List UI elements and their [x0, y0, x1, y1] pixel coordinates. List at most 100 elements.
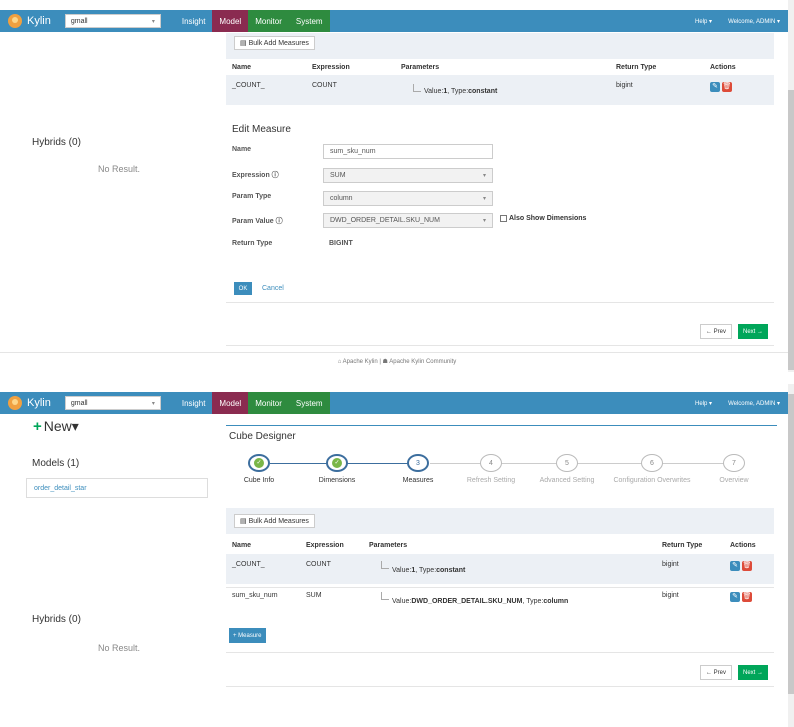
chevron-down-icon: ▾ [482, 196, 486, 202]
return-type-value: BIGINT [329, 240, 353, 247]
models-title: Models (1) [32, 458, 80, 469]
check-icon: ✓ [254, 458, 264, 468]
also-show-dimensions-checkbox[interactable]: Also Show Dimensions [500, 215, 586, 222]
plus-icon: + [33, 418, 42, 435]
chevron-down-icon: ▾ [151, 400, 155, 407]
nav-system[interactable]: System [288, 10, 330, 32]
hybrids-title: Hybrids (0) [32, 137, 81, 148]
bottom-screenshot: Kylin gmall ▾ Insight Model Monitor Syst… [0, 384, 794, 727]
delete-icon[interactable]: 🗑 [722, 82, 732, 92]
new-button[interactable]: + New▾ [33, 418, 79, 435]
list-icon: ▤ [240, 518, 247, 525]
row-return-type: bigint [616, 82, 633, 89]
param-type-select[interactable]: column ▾ [323, 191, 493, 206]
user-menu[interactable]: Welcome, ADMIN ▾ [720, 400, 788, 407]
ok-button[interactable]: OK [234, 282, 252, 295]
edit-icon[interactable]: ✎ [730, 592, 740, 602]
check-icon: ✓ [332, 458, 342, 468]
nav-system[interactable]: System [288, 392, 330, 414]
step-dimensions[interactable]: ✓ [326, 454, 348, 472]
chevron-down-icon: ▾ [151, 18, 155, 25]
brand-text: Kylin [27, 15, 51, 27]
row-parameters: Value:1, Type:constant [424, 88, 498, 95]
th-actions: Actions [710, 64, 736, 71]
row-return-type: bigint [662, 561, 679, 568]
project-value: gmall [70, 399, 88, 407]
param-value-select[interactable]: DWD_ORDER_DETAIL.SKU_NUM ▾ [323, 213, 493, 228]
bottom-navbar: Kylin gmall ▾ Insight Model Monitor Syst… [0, 392, 788, 414]
delete-icon[interactable]: 🗑 [742, 592, 752, 602]
bulk-add-label: Bulk Add Measures [248, 517, 309, 525]
row-return-type: bigint [662, 592, 679, 599]
step-advanced-setting[interactable]: 5 [556, 454, 578, 472]
help-menu[interactable]: Help ▾ [687, 18, 720, 25]
next-button[interactable]: Next → [738, 665, 769, 680]
user-menu[interactable]: Welcome, ADMIN ▾ [720, 18, 788, 25]
brand[interactable]: Kylin [0, 392, 57, 414]
page-footer[interactable]: ⌂ Apache Kylin | ☗ Apache Kylin Communit… [0, 358, 794, 365]
table-row [226, 75, 774, 105]
nav-monitor[interactable]: Monitor [248, 392, 289, 414]
th-expression: Expression [312, 64, 350, 71]
row-name: _COUNT_ [232, 82, 265, 89]
row-expression: SUM [306, 592, 322, 599]
step-configuration-overwrites[interactable]: 6 [641, 454, 663, 472]
cancel-link[interactable]: Cancel [262, 285, 284, 292]
bulk-add-measures-button[interactable]: ▤ Bulk Add Measures [234, 36, 315, 50]
edit-measure-title: Edit Measure [232, 124, 291, 135]
edit-icon[interactable]: ✎ [710, 82, 720, 92]
help-menu[interactable]: Help ▾ [687, 400, 720, 407]
chevron-down-icon: ▾ [482, 218, 486, 224]
step-measures[interactable]: 3 [407, 454, 429, 472]
row-expression: COUNT [312, 82, 337, 89]
next-button[interactable]: Next → [738, 324, 769, 339]
row-name: _COUNT_ [232, 561, 265, 568]
row-parameters: Value:1, Type:constant [392, 567, 466, 574]
th-return-type: Return Type [616, 64, 657, 71]
project-value: gmall [70, 17, 88, 25]
measure-name-input[interactable]: sum_sku_num [323, 144, 493, 159]
nav-model[interactable]: Model [212, 392, 249, 414]
delete-icon[interactable]: 🗑 [742, 561, 752, 571]
row-name: sum_sku_num [232, 592, 278, 599]
checkbox-icon [500, 215, 507, 222]
nav-model[interactable]: Model [212, 10, 249, 32]
return-type-label: Return Type [232, 240, 273, 247]
add-measure-button[interactable]: + Measure [229, 628, 266, 643]
step-cube-info[interactable]: ✓ [248, 454, 270, 472]
top-screenshot: Kylin gmall ▾ Insight Model Monitor Syst… [0, 0, 794, 380]
hybrids-empty: No Result. [98, 164, 141, 174]
th-expression: Expression [306, 542, 344, 549]
th-parameters: Parameters [401, 64, 440, 71]
param-value-label: Param Value ⓘ [232, 218, 283, 225]
nav-insight[interactable]: Insight [175, 10, 213, 32]
table-row [226, 554, 774, 584]
step-refresh-setting[interactable]: 4 [480, 454, 502, 472]
step-label: Dimensions [318, 477, 356, 484]
expression-select[interactable]: SUM ▾ [323, 168, 493, 183]
model-item-order-detail-star[interactable]: order_detail_star [26, 478, 208, 498]
brand[interactable]: Kylin [0, 10, 57, 32]
top-navbar: Kylin gmall ▾ Insight Model Monitor Syst… [0, 10, 788, 32]
cube-designer-title: Cube Designer [229, 431, 296, 442]
th-name: Name [232, 64, 252, 71]
edit-icon[interactable]: ✎ [730, 561, 740, 571]
project-select[interactable]: gmall ▾ [64, 396, 161, 410]
bulk-add-measures-button[interactable]: ▤ Bulk Add Measures [234, 514, 315, 528]
project-select[interactable]: gmall ▾ [64, 14, 161, 28]
prev-button[interactable]: ← Prev [700, 665, 733, 680]
scroll-thumb[interactable] [788, 394, 794, 694]
th-name: Name [232, 542, 252, 549]
nav-monitor[interactable]: Monitor [248, 10, 289, 32]
scroll-thumb[interactable] [788, 90, 794, 370]
brand-text: Kylin [27, 397, 51, 409]
step-label: Overview [719, 477, 749, 484]
step-overview[interactable]: 7 [723, 454, 745, 472]
step-label: Cube Info [243, 477, 275, 484]
name-label: Name [232, 146, 252, 153]
hybrids-empty: No Result. [98, 643, 141, 653]
nav-insight[interactable]: Insight [175, 392, 213, 414]
row-expression: COUNT [306, 561, 331, 568]
kylin-logo-icon [8, 14, 22, 28]
prev-button[interactable]: ← Prev [700, 324, 733, 339]
